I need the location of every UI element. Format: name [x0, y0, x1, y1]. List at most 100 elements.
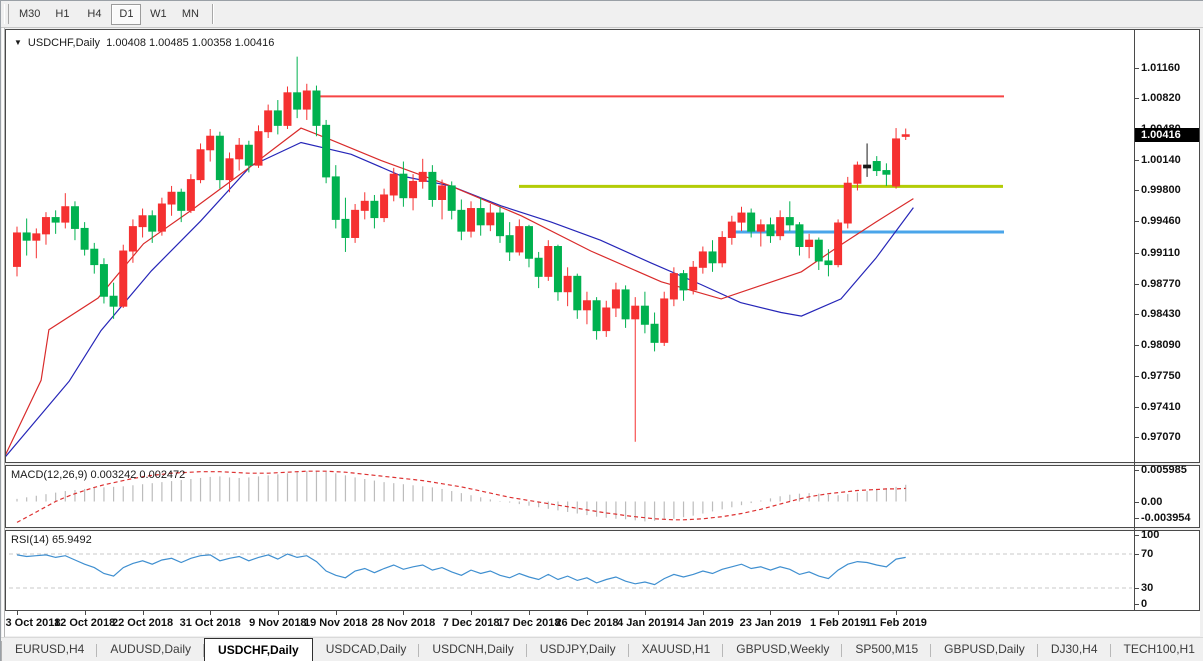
symbol-tab-bar: EURUSD,H4AUDUSD,DailyUSDCHF,DailyUSDCAD,…: [1, 637, 1203, 661]
date-axis-label: 26 Dec 2018: [555, 617, 618, 629]
symbol-tab-usdchf[interactable]: USDCHF,Daily: [204, 638, 313, 661]
axis-tick: [1134, 502, 1139, 503]
symbol-tab-usdcnh[interactable]: USDCNH,Daily: [419, 638, 526, 661]
date-axis-tick: [85, 611, 86, 615]
date-axis-tick: [471, 611, 472, 615]
date-axis-tick: [645, 611, 646, 615]
axis-tick: [1134, 518, 1139, 519]
symbol-tab-eurusd[interactable]: EURUSD,H4: [2, 638, 97, 661]
rsi-indicator-label: RSI(14) 65.9492: [11, 534, 92, 546]
date-axis-tick: [770, 611, 771, 615]
axis-tick: [1134, 314, 1139, 315]
macd-axis-label: 0.00: [1141, 496, 1162, 508]
date-axis-label: 22 Oct 2018: [112, 617, 173, 629]
chart-symbol-label: USDCHF,Daily: [28, 37, 100, 49]
level-lines: [313, 96, 1004, 232]
symbol-tab-tech100[interactable]: TECH100,H1: [1111, 638, 1203, 661]
date-axis-label: 14 Jan 2019: [672, 617, 734, 629]
date-axis-label: 9 Nov 2018: [249, 617, 306, 629]
date-axis[interactable]: 3 Oct 201812 Oct 201822 Oct 2018 31 Oct 2…: [5, 611, 1200, 636]
rsi-panel-lines: [9, 554, 1132, 588]
date-axis-tick: [529, 611, 530, 615]
ma-fast-line: [4, 128, 914, 459]
macd-axis-label: -0.003954: [1141, 512, 1191, 524]
date-axis-tick: [143, 611, 144, 615]
chart-ohlc-values: 1.00408 1.00485 1.00358 1.00416: [106, 37, 274, 49]
candlesticks[interactable]: [14, 57, 910, 442]
axis-tick: [1134, 68, 1139, 69]
price-axis-label: 0.97070: [1141, 431, 1181, 443]
price-axis-label: 0.98770: [1141, 278, 1181, 290]
symbol-tab-xauusd[interactable]: XAUUSD,H1: [629, 638, 724, 661]
axis-tick: [1134, 160, 1139, 161]
chart-dropdown-icon[interactable]: ▼: [14, 38, 22, 47]
date-axis-label: 1 Feb 2019: [810, 617, 866, 629]
price-axis-label: 0.99800: [1141, 184, 1181, 196]
date-axis-label: 12 Oct 2018: [54, 617, 115, 629]
axis-tick: [1134, 376, 1139, 377]
date-axis-tick: [17, 611, 18, 615]
axis-tick: [1134, 554, 1139, 555]
symbol-tab-sp500[interactable]: SP500,M15: [842, 638, 931, 661]
symbol-tab-usdcad[interactable]: USDCAD,Daily: [313, 638, 420, 661]
date-axis-label: 28 Nov 2018: [372, 617, 436, 629]
axis-tick: [1134, 345, 1139, 346]
price-axis-label: 0.97410: [1141, 401, 1181, 413]
date-axis-label: 3 Oct 2018: [5, 617, 60, 629]
price-axis-label: 0.97750: [1141, 370, 1181, 382]
axis-tick: [1134, 407, 1139, 408]
date-axis-tick: [403, 611, 404, 615]
rsi-axis-label: 100: [1141, 529, 1159, 541]
price-axis-label: 0.99110: [1141, 247, 1180, 259]
date-axis-label: 7 Dec 2018: [443, 617, 500, 629]
rsi-axis-label: 0: [1141, 598, 1147, 610]
date-axis-tick: [210, 611, 211, 615]
date-axis-tick: [587, 611, 588, 615]
date-axis-tick: [896, 611, 897, 615]
axis-tick: [1134, 470, 1139, 471]
symbol-tab-dj30[interactable]: DJ30,H4: [1038, 638, 1111, 661]
date-axis-tick: [703, 611, 704, 615]
rsi-axis-label: 70: [1141, 548, 1153, 560]
axis-tick: [1134, 535, 1139, 536]
axis-tick: [1134, 221, 1139, 222]
rsi-axis-label: 30: [1141, 582, 1153, 594]
date-axis-label: 4 Jan 2019: [617, 617, 673, 629]
price-axis-label: 1.00820: [1141, 92, 1181, 104]
axis-tick: [1134, 588, 1139, 589]
rsi-line: [17, 554, 906, 585]
date-axis-label: 31 Oct 2018: [180, 617, 241, 629]
chart-title: ▼ USDCHF,Daily 1.00408 1.00485 1.00358 1.…: [14, 37, 274, 49]
date-axis-label: 17 Dec 2018: [497, 617, 560, 629]
macd-indicator-label: MACD(12,26,9) 0.003242 0.002472: [11, 469, 185, 481]
ma-fast-line: [4, 128, 914, 459]
axis-tick: [1134, 604, 1139, 605]
rsi-line: [17, 554, 906, 585]
price-axis-label: 1.00140: [1141, 154, 1181, 166]
symbol-tab-gbpusd[interactable]: GBPUSD,Weekly: [723, 638, 842, 661]
axis-tick: [1134, 284, 1139, 285]
date-axis-tick: [838, 611, 839, 615]
date-axis-tick: [278, 611, 279, 615]
date-axis-label: 19 Nov 2018: [304, 617, 368, 629]
date-axis-tick: [336, 611, 337, 615]
macd-axis-label: 0.005985: [1141, 464, 1187, 476]
date-axis-label: 11 Feb 2019: [865, 617, 927, 629]
mt4-window: { "toolbar": { "timeframes": ["M30", "H1…: [0, 0, 1203, 661]
axis-tick: [1134, 190, 1139, 191]
price-axis-label: 0.99460: [1141, 215, 1181, 227]
symbol-tab-gbpusd[interactable]: GBPUSD,Daily: [931, 638, 1038, 661]
symbol-tab-audusd[interactable]: AUDUSD,Daily: [97, 638, 204, 661]
date-axis-label: 23 Jan 2019: [740, 617, 802, 629]
chart-canvas[interactable]: [1, 1, 1203, 661]
symbol-tab-usdjpy[interactable]: USDJPY,Daily: [527, 638, 629, 661]
price-axis-label: 1.01160: [1141, 62, 1180, 74]
ma-slow-line: [4, 143, 914, 460]
axis-tick: [1134, 98, 1139, 99]
price-axis-label: 0.98090: [1141, 339, 1181, 351]
axis-tick: [1134, 253, 1139, 254]
axis-tick: [1134, 437, 1139, 438]
price-axis-label: 0.98430: [1141, 308, 1181, 320]
ma-slow-line: [4, 143, 914, 460]
current-price-tag: 1.00416: [1135, 128, 1199, 142]
